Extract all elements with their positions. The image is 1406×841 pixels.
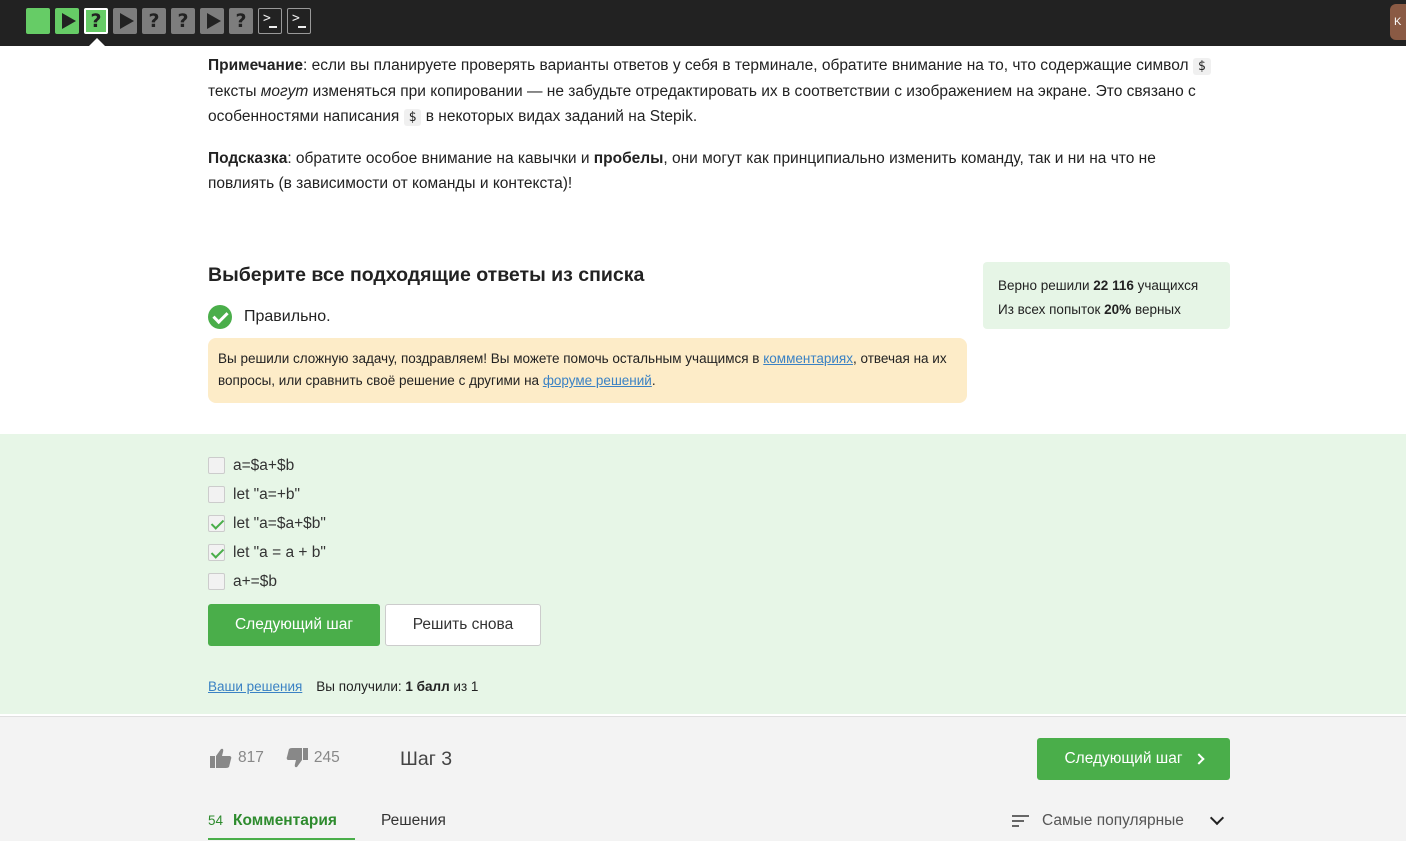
solutions-forum-link[interactable]: форуме решений <box>543 373 652 388</box>
checkbox[interactable] <box>208 457 225 474</box>
solve-again-button[interactable]: Решить снова <box>385 604 541 646</box>
step-7-video[interactable] <box>200 8 224 34</box>
sort-dropdown[interactable]: Самые популярные <box>1012 810 1224 830</box>
answer-option[interactable]: let "a = a + b" <box>208 538 326 567</box>
checkbox[interactable] <box>208 573 225 590</box>
note-label: Примечание <box>208 57 303 74</box>
answer-option[interactable]: let "a=+b" <box>208 480 326 509</box>
like-button[interactable]: 817 <box>210 748 264 768</box>
dollar-symbol: $ <box>1192 58 1211 75</box>
dislike-count: 245 <box>313 749 340 766</box>
comments-link[interactable]: комментариях <box>763 351 853 366</box>
next-step-footer-button[interactable]: Следующий шаг <box>1037 738 1230 780</box>
note-paragraph: Примечание: если вы планируете проверять… <box>208 53 1218 130</box>
chevron-down-icon <box>1209 810 1224 826</box>
tab-solutions[interactable]: Решения <box>381 812 446 830</box>
step-3-quiz-current[interactable]: ? <box>84 8 108 34</box>
question-icon: ? <box>90 10 102 32</box>
answer-option[interactable]: a+=$b <box>208 567 326 596</box>
top-navigation-bar: ? ? ? ? > > K <box>0 0 1406 46</box>
dollar-symbol: $ <box>403 109 422 126</box>
step-5-quiz[interactable]: ? <box>142 8 166 34</box>
chevron-right-icon <box>1192 753 1205 765</box>
step-1-text[interactable] <box>26 8 50 34</box>
step-2-video[interactable] <box>55 8 79 34</box>
question-title: Выберите все подходящие ответы из списка <box>208 264 645 286</box>
tab-comments[interactable]: 54 Комментария <box>208 812 355 840</box>
solved-count: 22 116 <box>1093 278 1134 293</box>
checkbox-checked[interactable] <box>208 515 225 532</box>
question-icon: ? <box>148 10 160 32</box>
reactions: 817 245 <box>210 748 340 768</box>
congrats-message: Вы решили сложную задачу, поздравляем! В… <box>208 338 967 403</box>
hint-label: Подсказка <box>208 150 288 167</box>
checkbox-checked[interactable] <box>208 544 225 561</box>
next-step-button[interactable]: Следующий шаг <box>208 604 380 646</box>
stats-box: Верно решили 22 116 учащихся Из всех поп… <box>983 262 1230 329</box>
like-count: 817 <box>238 749 264 766</box>
thumbs-up-icon <box>210 748 232 768</box>
play-icon <box>119 13 134 29</box>
play-icon <box>206 13 221 29</box>
answer-option[interactable]: a=$a+$b <box>208 451 326 480</box>
step-number: Шаг 3 <box>400 748 453 770</box>
step-9-terminal[interactable]: > <box>258 8 282 34</box>
success-rate: 20% <box>1104 302 1132 317</box>
step-10-terminal[interactable]: > <box>287 8 311 34</box>
result-line: Ваши решения Вы получили: 1 балл из 1 <box>208 679 479 694</box>
terminal-icon: > <box>292 11 300 26</box>
current-step-caret <box>89 38 105 46</box>
check-circle-icon <box>208 305 232 329</box>
thumbs-down-icon <box>286 748 308 768</box>
terminal-icon: > <box>263 11 271 26</box>
avatar[interactable]: K <box>1390 4 1406 40</box>
comments-count: 54 <box>208 813 224 828</box>
sort-icon <box>1012 815 1029 827</box>
dislike-button[interactable]: 245 <box>286 748 340 768</box>
question-icon: ? <box>235 10 247 32</box>
your-solutions-link[interactable]: Ваши решения <box>208 679 302 694</box>
sort-label: Самые популярные <box>1042 812 1184 829</box>
step-8-quiz[interactable]: ? <box>229 8 253 34</box>
status-text: Правильно. <box>244 308 331 325</box>
status-correct: Правильно. <box>208 305 331 329</box>
score: 1 балл <box>405 679 450 694</box>
hint-paragraph: Подсказка: обратите особое внимание на к… <box>208 150 1156 192</box>
lesson-steps: ? ? ? ? > > <box>26 8 311 34</box>
step-4-video[interactable] <box>113 8 137 34</box>
checkbox[interactable] <box>208 486 225 503</box>
question-icon: ? <box>177 10 189 32</box>
play-icon <box>61 13 76 29</box>
step-6-quiz[interactable]: ? <box>171 8 195 34</box>
discussion-tabs: 54 Комментария Решения <box>208 812 446 840</box>
answer-options: a=$a+$b let "a=+b" let "a=$a+$b" let "a … <box>208 451 326 596</box>
answer-option[interactable]: let "a=$a+$b" <box>208 509 326 538</box>
